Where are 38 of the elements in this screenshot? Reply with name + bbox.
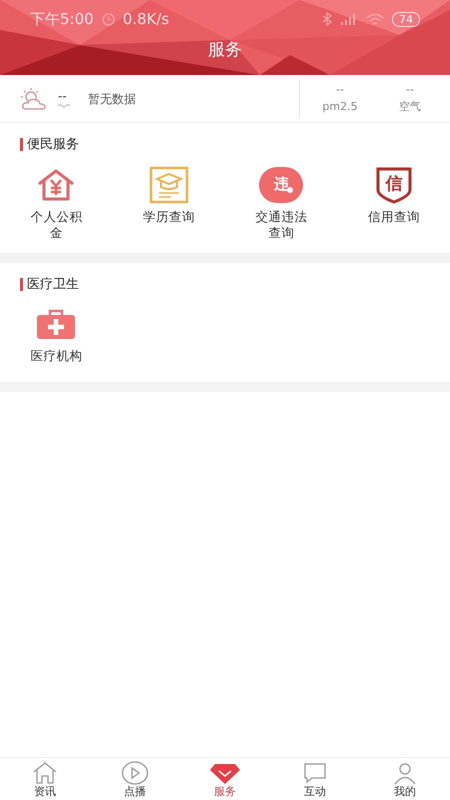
signal-icon [340,13,358,25]
wifi-icon [366,12,384,26]
nav-tab[interactable]: 互动 [270,758,360,800]
nav-tab[interactable]: 我的 [360,758,450,800]
home-icon [32,761,58,785]
temperature-value: -- [58,89,67,103]
alarm-icon [102,12,115,26]
air-label: 空气 [399,98,421,114]
status-time: 下午5:00 [30,8,94,30]
pm25-label: pm2.5 [322,98,358,114]
wave-icon [58,103,72,108]
shield-icon: 信 [374,166,413,204]
nav-tab[interactable]: 资讯 [0,758,90,800]
network-speed: 0.8K/s [122,8,170,30]
diamond-icon [209,763,241,785]
nav-tab[interactable]: 服务 [180,758,270,800]
violation-icon: 违 [259,166,304,202]
nav-tab[interactable]: 点播 [90,758,180,800]
play-icon [121,761,149,785]
service-item[interactable]: 个人公积金 [0,164,112,240]
service-item[interactable]: 违 交通违法查询 [225,164,338,240]
cloud-sun-icon [20,86,48,110]
weather-status: 暂无数据 [88,90,136,108]
service-item[interactable]: 信 信用查询 [338,164,450,240]
battery-indicator: 74 [392,12,420,26]
service-item[interactable]: 医疗机构 [0,304,112,364]
pm25-value: -- [336,82,344,98]
air-value: -- [406,82,414,98]
service-item[interactable]: 学历查询 [112,164,225,240]
medical-kit-icon [36,308,76,340]
user-icon [392,761,418,785]
page-title: 服务 [208,39,242,62]
bluetooth-icon [322,12,332,26]
chat-icon [302,761,328,785]
section-title: 便民服务 [27,136,79,154]
house-yen-icon [36,168,76,202]
section-title: 医疗卫生 [27,276,79,294]
graduation-cap-icon [148,166,189,204]
